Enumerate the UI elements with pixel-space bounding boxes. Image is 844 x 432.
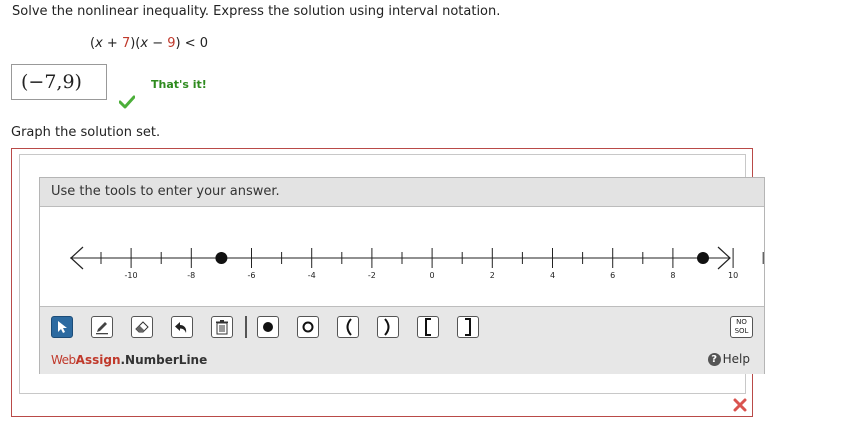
left-bracket-tool-button[interactable] (417, 316, 439, 338)
help-link[interactable]: ? Help (707, 352, 750, 366)
open-point-tool-button[interactable] (297, 316, 319, 338)
incorrect-x-icon (733, 398, 747, 412)
widget-header: Use the tools to enter your answer. (40, 178, 764, 207)
constant-9: 9 (167, 36, 176, 51)
right-paren-icon (384, 318, 390, 336)
filled-circle-icon (263, 322, 273, 332)
select-tool-button[interactable] (51, 316, 73, 338)
eraser-tool-button[interactable] (131, 316, 153, 338)
graph-prompt: Graph the solution set. (11, 125, 161, 140)
help-icon: ? (707, 352, 721, 366)
delete-tool-button[interactable] (211, 316, 233, 338)
answer-field[interactable]: (−7,9) (11, 64, 107, 100)
tick-label: -2 (368, 271, 376, 280)
tick-label: 2 (490, 271, 495, 280)
right-paren-tool-button[interactable] (377, 316, 399, 338)
toolbar: NO SOL WebAssign.NumberLine ? Help (40, 306, 764, 374)
numberline-widget: Use the tools to enter your answer. -10-… (39, 177, 765, 374)
eraser-icon (135, 321, 149, 333)
tick-label: 4 (550, 271, 555, 280)
answer-value: (−7,9) (21, 71, 82, 93)
brand-web: Web (51, 353, 76, 367)
tick-label: -4 (308, 271, 316, 280)
tick-label: -10 (125, 271, 138, 280)
webassign-logo: WebAssign.NumberLine (51, 353, 207, 367)
tick-label: 10 (728, 271, 738, 280)
closed-point[interactable] (697, 252, 709, 264)
right-bracket-tool-button[interactable] (457, 316, 479, 338)
operator-minus: − (148, 36, 168, 51)
pencil-tool-button[interactable] (91, 316, 113, 338)
help-label: Help (722, 352, 750, 366)
feedback-text: That's it! (151, 78, 207, 91)
closed-point-tool-button[interactable] (257, 316, 279, 338)
open-circle-icon (302, 321, 314, 333)
inequality-rhs: ) < 0 (175, 36, 209, 51)
tick-label: -8 (187, 271, 195, 280)
left-paren-icon (346, 318, 352, 336)
closed-point[interactable] (215, 252, 228, 264)
brand-numberline: .NumberLine (120, 353, 208, 367)
operator-plus: + (102, 36, 122, 51)
left-paren-tool-button[interactable] (337, 316, 359, 338)
undo-tool-button[interactable] (171, 316, 193, 338)
tick-label: 0 (430, 271, 435, 280)
number-line[interactable]: -10 -8 -6 -4 -2 0 2 4 6 8 10 (40, 207, 764, 305)
pencil-icon (96, 322, 108, 335)
left-bracket-icon (425, 318, 431, 336)
undo-icon (175, 322, 187, 333)
inequality: (x + 7)(x − 9) < 0 (90, 36, 208, 51)
no-solution-button[interactable]: NO SOL (730, 316, 753, 338)
right-bracket-icon (465, 318, 471, 336)
variable-x: x (140, 36, 149, 51)
constant-7: 7 (121, 36, 131, 51)
tick-label: -6 (248, 271, 256, 280)
question-text: Solve the nonlinear inequality. Express … (12, 4, 501, 19)
cursor-arrow-icon (58, 321, 67, 333)
checkmark-icon (119, 95, 135, 109)
tick-label: 8 (670, 271, 675, 280)
trash-icon (216, 320, 228, 335)
brand-assign: Assign (75, 353, 121, 367)
variable-x: x (95, 36, 103, 51)
toolbar-separator (245, 316, 247, 338)
tick-label: 6 (610, 271, 615, 280)
paren-mid: )( (130, 36, 141, 51)
